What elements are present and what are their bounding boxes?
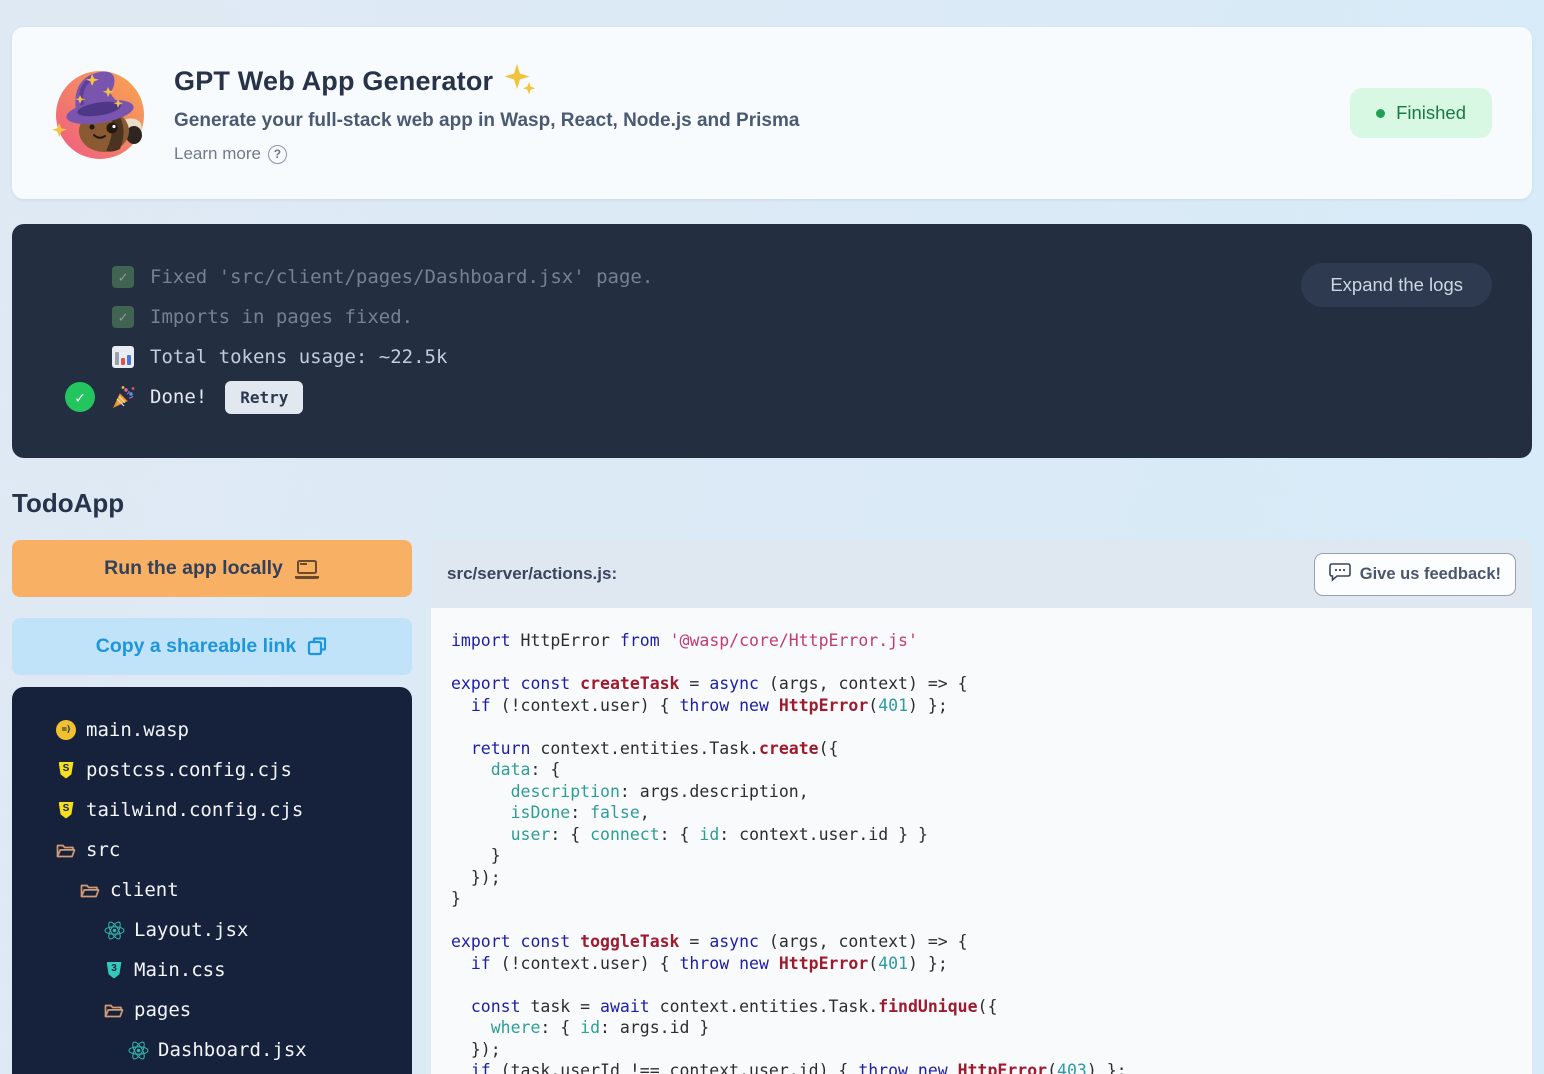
speech-bubble-icon bbox=[1329, 562, 1351, 587]
tree-item-pages[interactable]: pages bbox=[12, 990, 412, 1030]
bar-chart-icon bbox=[112, 346, 134, 368]
folder-icon bbox=[104, 1002, 124, 1019]
code-block: import HttpError from '@wasp/core/HttpEr… bbox=[451, 630, 1522, 1074]
css-shield-icon: 3 bbox=[107, 962, 122, 979]
react-icon bbox=[104, 920, 125, 941]
laptop-icon bbox=[294, 558, 320, 580]
learn-more-link[interactable]: Learn more ? bbox=[174, 144, 287, 164]
tree-item-label: src bbox=[86, 839, 120, 861]
tree-item-main-css[interactable]: 3 Main.css bbox=[12, 950, 412, 990]
expand-logs-button[interactable]: Expand the logs bbox=[1301, 263, 1492, 307]
tree-item-postcss-config-cjs[interactable]: Spostcss.config.cjs bbox=[12, 750, 412, 790]
log-row: ✓ Fixed 'src/client/pages/Dashboard.jsx' … bbox=[65, 257, 1492, 297]
check-square-icon: ✓ bbox=[112, 306, 134, 328]
log-row: ✓ Done! Retry bbox=[65, 377, 1492, 417]
status-badge: Finished bbox=[1350, 88, 1492, 138]
subtitle: Generate your full-stack web app in Wasp… bbox=[174, 110, 1350, 132]
retry-button[interactable]: Retry bbox=[225, 381, 303, 414]
tree-item-client[interactable]: client bbox=[12, 870, 412, 910]
folder-icon bbox=[56, 842, 76, 859]
log-text: Imports in pages fixed. bbox=[150, 306, 413, 328]
tree-item-dashboard-jsx[interactable]: Dashboard.jsx bbox=[12, 1030, 412, 1070]
sparkles-icon bbox=[503, 62, 537, 101]
page-title: GPT Web App Generator bbox=[174, 66, 493, 97]
tree-item-layout-jsx[interactable]: Layout.jsx bbox=[12, 910, 412, 950]
run-app-locally-button[interactable]: Run the app locally bbox=[12, 540, 412, 597]
tree-item-label: tailwind.config.cjs bbox=[86, 799, 303, 821]
give-feedback-button[interactable]: Give us feedback! bbox=[1314, 553, 1516, 596]
sidebar: Run the app locally Copy a shareable lin… bbox=[12, 540, 412, 1074]
page: GPT Web App Generator Generate your full… bbox=[0, 27, 1544, 1074]
tree-item-label: client bbox=[110, 879, 179, 901]
copy-icon bbox=[307, 636, 328, 657]
log-text: Fixed 'src/client/pages/Dashboard.jsx' p… bbox=[150, 266, 653, 288]
check-square-icon: ✓ bbox=[112, 266, 134, 288]
wasp-icon: =) bbox=[56, 720, 76, 740]
tree-item-src[interactable]: src bbox=[12, 830, 412, 870]
tree-item-label: pages bbox=[134, 999, 191, 1021]
log-text: Done! bbox=[150, 386, 207, 408]
react-icon bbox=[128, 1040, 149, 1061]
log-panel: ✓ Fixed 'src/client/pages/Dashboard.jsx' … bbox=[12, 224, 1532, 458]
log-text: Total tokens usage: ~22.5k bbox=[150, 346, 447, 368]
app-logo-wizard-wasp bbox=[52, 65, 148, 161]
tree-item-label: Main.css bbox=[134, 959, 226, 981]
tree-item-label: main.wasp bbox=[86, 719, 189, 741]
check-circle-icon: ✓ bbox=[65, 382, 95, 412]
code-file-label: src/server/actions.js: bbox=[447, 564, 617, 584]
code-body: import HttpError from '@wasp/core/HttpEr… bbox=[431, 608, 1532, 1074]
js-shield-icon: S bbox=[59, 762, 74, 779]
tree-item-label: Dashboard.jsx bbox=[158, 1039, 307, 1061]
tree-item-tailwind-config-cjs[interactable]: Stailwind.config.cjs bbox=[12, 790, 412, 830]
folder-icon bbox=[80, 882, 100, 899]
header-card: GPT Web App Generator Generate your full… bbox=[12, 27, 1532, 199]
tree-item-main-wasp[interactable]: =) main.wasp bbox=[12, 710, 412, 750]
help-icon: ? bbox=[268, 145, 287, 164]
status-dot-icon bbox=[1376, 109, 1385, 118]
code-panel: src/server/actions.js: Give us feedback!… bbox=[431, 540, 1532, 1074]
tree-item-label: Layout.jsx bbox=[134, 919, 248, 941]
tree-item-label: postcss.config.cjs bbox=[86, 759, 292, 781]
copy-shareable-link-button[interactable]: Copy a shareable link bbox=[12, 618, 412, 675]
log-row: ✓ Imports in pages fixed. bbox=[65, 297, 1492, 337]
app-name: TodoApp bbox=[12, 488, 1532, 519]
file-tree: =)main.waspSpostcss.config.cjsStailwind.… bbox=[12, 687, 412, 1074]
js-shield-icon: S bbox=[59, 802, 74, 819]
party-popper-icon bbox=[112, 385, 136, 409]
code-header: src/server/actions.js: Give us feedback! bbox=[431, 540, 1532, 608]
log-row: Total tokens usage: ~22.5k bbox=[65, 337, 1492, 377]
